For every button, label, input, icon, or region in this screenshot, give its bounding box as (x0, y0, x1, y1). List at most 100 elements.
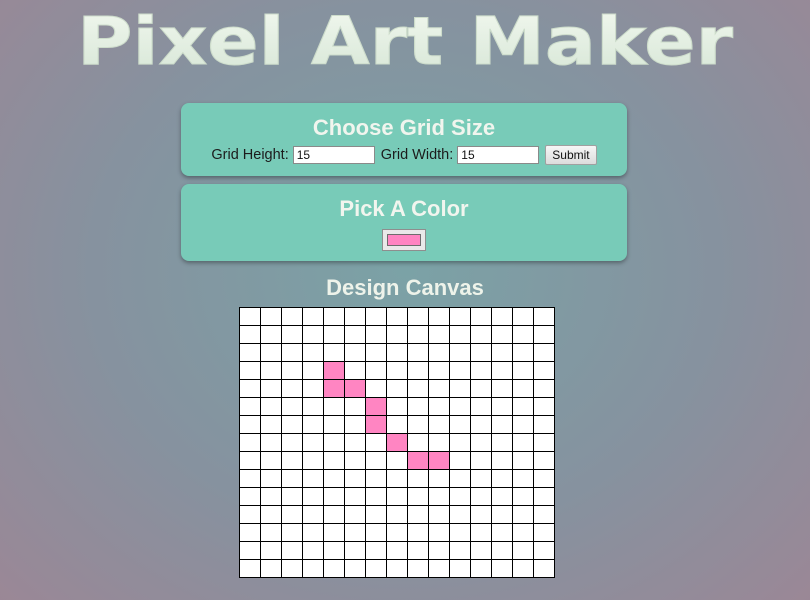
canvas-cell[interactable] (491, 451, 513, 470)
canvas-cell[interactable] (323, 361, 345, 380)
canvas-cell[interactable] (281, 469, 303, 488)
canvas-cell[interactable] (239, 379, 261, 398)
canvas-cell[interactable] (323, 343, 345, 362)
grid-width-input[interactable] (457, 146, 540, 164)
canvas-cell[interactable] (344, 559, 366, 578)
canvas-cell[interactable] (323, 487, 345, 506)
canvas-cell[interactable] (260, 325, 282, 344)
canvas-cell[interactable] (512, 397, 534, 416)
canvas-cell[interactable] (533, 487, 555, 506)
canvas-cell[interactable] (260, 415, 282, 434)
canvas-cell[interactable] (365, 379, 387, 398)
canvas-cell[interactable] (365, 325, 387, 344)
canvas-cell[interactable] (407, 433, 429, 452)
canvas-cell[interactable] (344, 541, 366, 560)
canvas-cell[interactable] (239, 559, 261, 578)
canvas-cell[interactable] (302, 379, 324, 398)
canvas-cell[interactable] (260, 469, 282, 488)
grid-height-input[interactable] (292, 146, 375, 164)
canvas-cell[interactable] (512, 415, 534, 434)
canvas-cell[interactable] (449, 379, 471, 398)
canvas-cell[interactable] (407, 505, 429, 524)
canvas-cell[interactable] (533, 541, 555, 560)
canvas-cell[interactable] (470, 451, 492, 470)
canvas-cell[interactable] (470, 361, 492, 380)
canvas-cell[interactable] (533, 505, 555, 524)
canvas-cell[interactable] (449, 307, 471, 326)
canvas-cell[interactable] (302, 307, 324, 326)
canvas-cell[interactable] (470, 415, 492, 434)
canvas-cell[interactable] (344, 325, 366, 344)
canvas-cell[interactable] (449, 397, 471, 416)
canvas-cell[interactable] (323, 559, 345, 578)
canvas-cell[interactable] (386, 541, 408, 560)
canvas-cell[interactable] (470, 487, 492, 506)
canvas-cell[interactable] (302, 397, 324, 416)
canvas-cell[interactable] (470, 379, 492, 398)
canvas-cell[interactable] (302, 523, 324, 542)
canvas-cell[interactable] (407, 559, 429, 578)
canvas-cell[interactable] (449, 559, 471, 578)
canvas-cell[interactable] (491, 379, 513, 398)
canvas-cell[interactable] (491, 397, 513, 416)
canvas-cell[interactable] (449, 541, 471, 560)
canvas-cell[interactable] (239, 505, 261, 524)
canvas-cell[interactable] (407, 343, 429, 362)
canvas-cell[interactable] (533, 343, 555, 362)
canvas-cell[interactable] (386, 523, 408, 542)
canvas-cell[interactable] (260, 379, 282, 398)
canvas-cell[interactable] (470, 433, 492, 452)
canvas-cell[interactable] (323, 325, 345, 344)
canvas-cell[interactable] (449, 469, 471, 488)
canvas-cell[interactable] (512, 361, 534, 380)
canvas-cell[interactable] (344, 415, 366, 434)
submit-button[interactable]: Submit (545, 145, 597, 165)
canvas-cell[interactable] (512, 523, 534, 542)
canvas-cell[interactable] (428, 433, 450, 452)
canvas-cell[interactable] (260, 505, 282, 524)
canvas-cell[interactable] (449, 487, 471, 506)
canvas-cell[interactable] (281, 433, 303, 452)
canvas-cell[interactable] (239, 487, 261, 506)
canvas-cell[interactable] (239, 523, 261, 542)
canvas-cell[interactable] (449, 451, 471, 470)
canvas-cell[interactable] (365, 397, 387, 416)
canvas-cell[interactable] (344, 451, 366, 470)
canvas-cell[interactable] (407, 307, 429, 326)
canvas-cell[interactable] (260, 541, 282, 560)
canvas-cell[interactable] (449, 415, 471, 434)
canvas-cell[interactable] (344, 307, 366, 326)
canvas-cell[interactable] (365, 415, 387, 434)
canvas-cell[interactable] (449, 325, 471, 344)
canvas-cell[interactable] (407, 451, 429, 470)
canvas-cell[interactable] (281, 505, 303, 524)
canvas-cell[interactable] (323, 397, 345, 416)
canvas-cell[interactable] (470, 559, 492, 578)
canvas-cell[interactable] (512, 433, 534, 452)
color-picker-input[interactable] (382, 229, 426, 251)
canvas-cell[interactable] (365, 559, 387, 578)
canvas-cell[interactable] (512, 505, 534, 524)
canvas-cell[interactable] (470, 307, 492, 326)
canvas-cell[interactable] (386, 325, 408, 344)
canvas-cell[interactable] (365, 451, 387, 470)
canvas-cell[interactable] (491, 487, 513, 506)
canvas-cell[interactable] (491, 415, 513, 434)
canvas-cell[interactable] (281, 415, 303, 434)
canvas-cell[interactable] (302, 361, 324, 380)
canvas-cell[interactable] (302, 415, 324, 434)
canvas-cell[interactable] (344, 361, 366, 380)
canvas-cell[interactable] (512, 325, 534, 344)
canvas-cell[interactable] (533, 379, 555, 398)
canvas-cell[interactable] (281, 397, 303, 416)
canvas-cell[interactable] (281, 487, 303, 506)
canvas-cell[interactable] (344, 433, 366, 452)
canvas-cell[interactable] (386, 361, 408, 380)
canvas-cell[interactable] (344, 505, 366, 524)
canvas-cell[interactable] (281, 523, 303, 542)
canvas-cell[interactable] (323, 469, 345, 488)
canvas-cell[interactable] (386, 559, 408, 578)
canvas-cell[interactable] (239, 307, 261, 326)
canvas-cell[interactable] (491, 523, 513, 542)
canvas-cell[interactable] (260, 361, 282, 380)
